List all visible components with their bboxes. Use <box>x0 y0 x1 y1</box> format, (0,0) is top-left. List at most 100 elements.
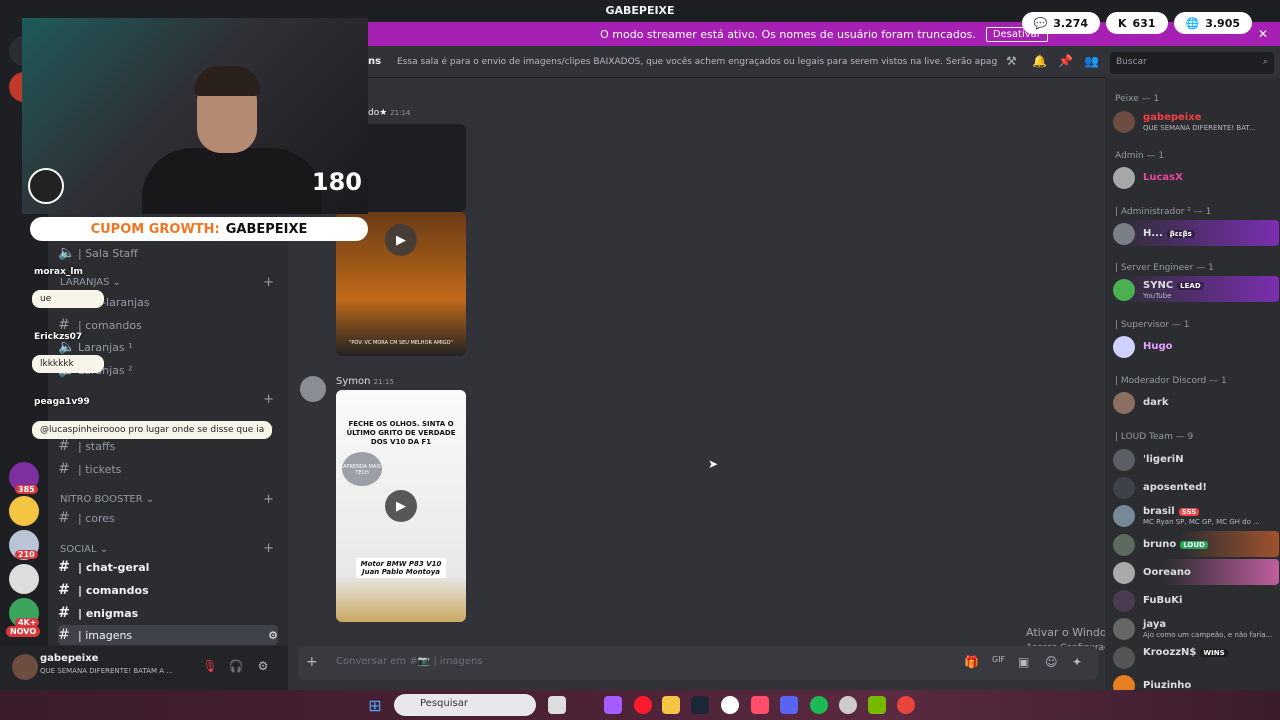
emoji-icon[interactable]: ☺ <box>1045 655 1058 669</box>
deafen-icon[interactable]: 🎧 <box>228 658 244 674</box>
channel-chat-geral[interactable]: # | chat-geral <box>58 557 278 577</box>
member-item[interactable]: Hugo <box>1113 333 1279 359</box>
member-item[interactable]: brasil SSS MC Ryan SP, MC GP, MC GH do ... <box>1113 502 1279 528</box>
member-list-icon[interactable]: 👥 <box>1084 54 1099 68</box>
folder-icon[interactable] <box>662 696 680 714</box>
member-item[interactable]: FuBuKi <box>1113 587 1279 613</box>
spotify-icon[interactable] <box>810 696 828 714</box>
discord-icon[interactable] <box>780 696 798 714</box>
category-nitro-booster[interactable]: NITRO BOOSTER ⌄ <box>60 494 154 505</box>
member-item[interactable]: KroozzN$ WINS <box>1113 644 1279 670</box>
webcam-overlay: 180 <box>22 18 368 214</box>
banner-text: O modo streamer está ativo. Os nomes de … <box>600 27 976 41</box>
channel-topic[interactable]: Essa sala é para o envio de imagens/clip… <box>397 57 997 67</box>
avatar <box>1113 477 1135 499</box>
channel-cores[interactable]: # | cores <box>58 508 278 528</box>
close-icon[interactable]: ✕ <box>1258 27 1268 41</box>
member-item[interactable]: aposented! <box>1113 474 1279 500</box>
mute-icon[interactable]: 🎙 <box>202 658 218 674</box>
avatar <box>1113 279 1135 301</box>
taskbar-search[interactable]: Pesquisar <box>394 694 536 716</box>
kick-icon: K <box>1118 16 1127 30</box>
gift-icon[interactable]: 🎁 <box>964 655 979 669</box>
message-author[interactable]: Symon 21:15 <box>336 376 394 387</box>
chat-message: ue <box>32 290 104 308</box>
steam-icon[interactable] <box>691 696 709 714</box>
role-header: | LOUD Team — 9 <box>1115 432 1194 442</box>
bell-icon[interactable]: 🔔 <box>1032 54 1047 68</box>
pin-icon[interactable]: 📌 <box>1058 54 1073 68</box>
avatar[interactable] <box>300 376 326 402</box>
app-icon[interactable] <box>604 696 622 714</box>
member-item[interactable]: gabepeixe QUE SEMANA DIFERENTE! BAT... <box>1113 108 1279 134</box>
avatar <box>1113 392 1135 414</box>
obs-icon[interactable] <box>839 696 857 714</box>
member-item[interactable]: H... βεεβs <box>1113 220 1279 246</box>
add-channel-icon[interactable]: + <box>263 541 274 556</box>
gif-icon[interactable]: GIF <box>992 655 1005 664</box>
role-header: | Supervisor — 1 <box>1115 320 1190 330</box>
channel-sala-staff[interactable]: 🔈 | Sala Staff <box>58 243 278 263</box>
member-item[interactable]: Piuzinho <box>1113 672 1279 690</box>
nvidia-icon[interactable] <box>868 696 886 714</box>
add-channel-icon[interactable]: + <box>263 392 274 407</box>
avatar <box>1113 647 1135 669</box>
streamer-body <box>142 148 322 214</box>
task-view-icon[interactable] <box>548 696 566 714</box>
search-input[interactable]: Buscar ⌕ <box>1110 52 1274 74</box>
chrome-icon[interactable] <box>897 696 915 714</box>
app-icon[interactable] <box>751 696 769 714</box>
stream-stats: 💬 3.274 K 631 🌐 3.905 <box>1021 12 1252 34</box>
add-channel-icon[interactable]: + <box>263 275 274 290</box>
app-icon[interactable] <box>721 696 739 714</box>
add-attachment-icon[interactable]: + <box>306 654 318 670</box>
hash-icon: # <box>58 317 70 333</box>
member-item[interactable]: SYNC LEAD YouTube <box>1113 276 1279 302</box>
chat-count: 💬 3.274 <box>1021 12 1100 34</box>
server-icon[interactable] <box>9 564 39 594</box>
hash-icon: # <box>58 559 70 575</box>
channel-enigmas[interactable]: # | enigmas <box>58 603 278 623</box>
role-header: Admin — 1 <box>1115 151 1165 161</box>
play-icon[interactable]: ▶ <box>385 224 417 256</box>
sticker-icon[interactable]: ▣ <box>1018 655 1029 669</box>
channel-staffs[interactable]: # | staffs <box>58 436 278 456</box>
channel-comandos-social[interactable]: # | comandos <box>58 580 278 600</box>
channel-imagens[interactable]: # | imagens ⚙ <box>58 625 278 645</box>
windows-start-icon[interactable]: ⊞ <box>366 696 384 715</box>
avatar[interactable] <box>12 654 38 680</box>
member-item[interactable]: 'ligeriN <box>1113 446 1279 472</box>
avatar <box>1113 590 1135 612</box>
opera-icon[interactable] <box>634 696 652 714</box>
member-item[interactable]: jaya Ajo como um campeão, e não faria... <box>1113 615 1279 641</box>
category-laranjas[interactable]: LARANJAS ⌄ <box>60 277 121 288</box>
channel-comandos[interactable]: # | comandos <box>58 315 278 335</box>
video-headline: FECHE OS OLHOS. SINTA O ÚLTIMO GRITO DE … <box>346 420 456 447</box>
threads-icon[interactable]: ⚒ <box>1006 54 1017 68</box>
hash-icon: # <box>58 461 70 477</box>
chat-message: lkkkkkk <box>32 355 104 373</box>
role-header: | Administrador ² — 1 <box>1115 207 1212 217</box>
video-attachment[interactable]: FECHE OS OLHOS. SINTA O ÚLTIMO GRITO DE … <box>336 390 466 622</box>
member-item[interactable]: dark <box>1113 389 1279 415</box>
member-item[interactable]: Ooreano <box>1113 559 1279 585</box>
avatar <box>1113 675 1135 690</box>
add-channel-icon[interactable]: + <box>263 492 274 507</box>
member-item[interactable]: bruno LOUD <box>1113 531 1279 557</box>
member-item[interactable]: LucasX <box>1113 164 1279 190</box>
channel-tickets[interactable]: # | tickets <box>58 459 278 479</box>
category-social[interactable]: SOCIAL ⌄ <box>60 544 108 555</box>
message-author[interactable]: do★ 21:14 <box>368 108 410 118</box>
apps-icon[interactable]: ✦ <box>1072 655 1082 669</box>
message-composer[interactable]: + Conversar em #📷 | imagens 🎁 GIF ▣ ☺ ✦ <box>298 646 1098 680</box>
play-icon[interactable]: ▶ <box>385 490 417 522</box>
kick-count: K 631 <box>1106 12 1168 34</box>
globe-icon: 🌐 <box>1185 16 1200 30</box>
channel-laranjas-1[interactable]: 🔈 Laranjas ¹ <box>58 337 278 357</box>
message-input[interactable]: Conversar em #📷 | imagens <box>336 656 483 667</box>
emoji-server-icon[interactable] <box>9 496 39 526</box>
unread-badge: 385 <box>15 485 38 494</box>
hash-icon: # <box>58 605 70 621</box>
avatar <box>1113 562 1135 584</box>
settings-gear-icon[interactable]: ⚙ <box>255 658 271 674</box>
